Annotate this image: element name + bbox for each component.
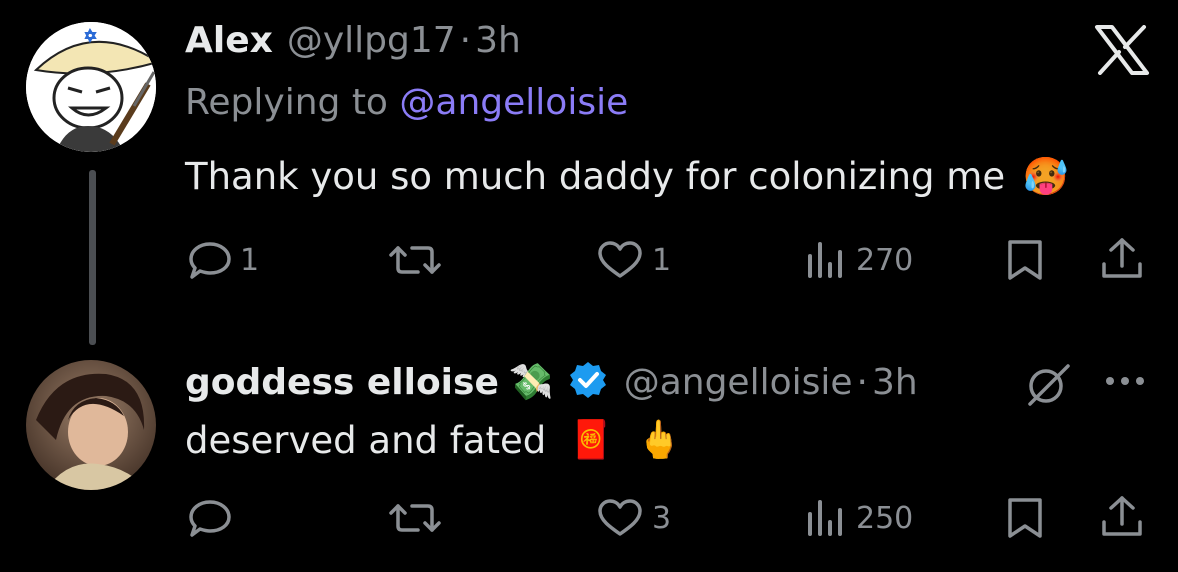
- reply-count: 1: [240, 242, 260, 278]
- views-icon: [808, 242, 842, 278]
- author-handle[interactable]: @yllpg17: [287, 20, 456, 61]
- meta-separator: ·: [459, 20, 472, 61]
- heart-icon: [598, 499, 642, 536]
- views-button[interactable]: 270: [804, 240, 913, 280]
- replying-prefix: Replying to: [185, 82, 388, 123]
- author-name[interactable]: goddess elloise: [185, 362, 499, 403]
- red-envelope-emoji: 🧧: [568, 418, 615, 461]
- repost-icon: [389, 246, 441, 274]
- author-handle[interactable]: @angelloisie: [624, 362, 853, 403]
- repost-icon: [389, 504, 441, 532]
- avatar[interactable]: [26, 360, 156, 490]
- reply-button[interactable]: [188, 498, 240, 538]
- meta-separator: ·: [856, 361, 868, 403]
- verified-badge-icon[interactable]: [568, 360, 608, 404]
- tweet-text: Thank you so much daddy for colonizing m…: [185, 155, 1069, 199]
- tweet-time[interactable]: 3h: [475, 20, 521, 61]
- avatar[interactable]: [26, 22, 156, 152]
- share-icon: [1102, 496, 1142, 536]
- bookmark-icon: [1008, 498, 1042, 538]
- heart-icon: [598, 241, 642, 278]
- reply-button[interactable]: 1: [188, 240, 259, 280]
- replying-mention[interactable]: @angelloisie: [399, 82, 628, 123]
- share-button[interactable]: [1100, 494, 1144, 544]
- like-button[interactable]: 3: [596, 498, 671, 538]
- bookmark-button[interactable]: [1004, 238, 1046, 286]
- tweet-text-content: deserved and fated: [185, 418, 547, 462]
- tweet[interactable]: goddess elloise 💸 @angelloisie · 3h dese…: [0, 340, 1178, 572]
- views-count: 250: [856, 500, 914, 536]
- reply-icon: [189, 500, 231, 537]
- share-button[interactable]: [1100, 236, 1144, 286]
- money-wings-emoji: 💸: [508, 362, 554, 403]
- bookmark-button[interactable]: [1004, 496, 1046, 544]
- like-count: 3: [652, 500, 672, 536]
- replying-to-line: Replying to @angelloisie: [185, 82, 628, 123]
- reply-icon: [189, 242, 231, 279]
- tweet-text: deserved and fated 🧧 🖕: [185, 418, 682, 462]
- author-name[interactable]: Alex: [185, 20, 273, 61]
- views-icon: [808, 500, 842, 536]
- views-count: 270: [856, 242, 914, 278]
- repost-button[interactable]: [388, 240, 450, 280]
- more-options-icon[interactable]: [1104, 372, 1146, 391]
- like-button[interactable]: 1: [596, 240, 671, 280]
- hot-face-emoji: 🥵: [1022, 155, 1069, 198]
- repost-button[interactable]: [388, 498, 450, 538]
- like-count: 1: [652, 242, 672, 278]
- tweet-text-content: Thank you so much daddy for colonizing m…: [185, 155, 1006, 198]
- middle-finger-emoji: 🖕: [636, 418, 683, 461]
- bookmark-icon: [1008, 240, 1042, 280]
- share-icon: [1102, 238, 1142, 278]
- grok-icon[interactable]: [1024, 362, 1072, 410]
- tweet[interactable]: Alex @yllpg17 · 3h Replying to @angelloi…: [0, 0, 1178, 300]
- views-button[interactable]: 250: [804, 498, 913, 538]
- tweet-time[interactable]: 3h: [872, 362, 918, 403]
